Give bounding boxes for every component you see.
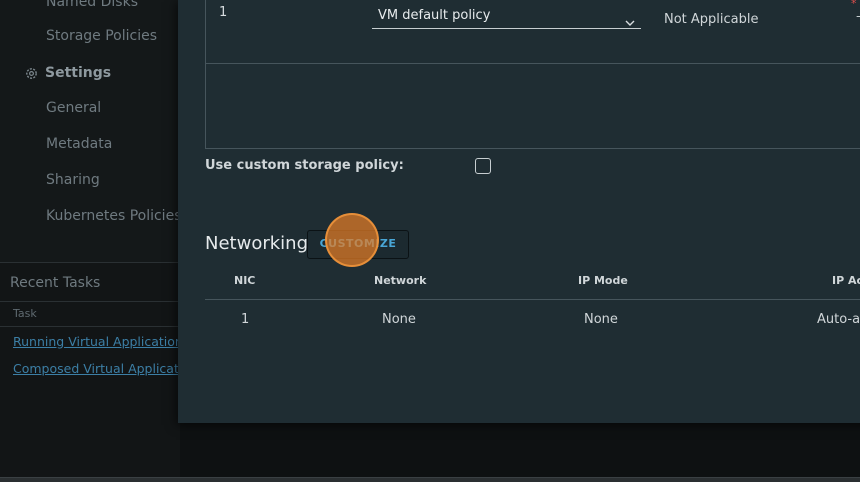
sidebar-item-sharing[interactable]: Sharing <box>46 172 100 188</box>
column-header-network[interactable]: Network <box>374 274 426 287</box>
column-header-ip-address[interactable]: IP Ac <box>832 274 860 287</box>
sidebar-item-kubernetes-policies[interactable]: Kubernetes Policies <box>46 208 181 224</box>
table-row: 1 None None Auto-a <box>205 302 860 336</box>
recent-tasks-title: Recent Tasks <box>10 275 101 291</box>
sidebar-section-label: Settings <box>45 65 112 81</box>
ip-mode-cell: None <box>584 312 618 327</box>
custom-storage-policy-checkbox[interactable] <box>475 158 491 174</box>
task-link[interactable]: Running Virtual Application <box>13 334 183 349</box>
task-link[interactable]: Composed Virtual Application <box>13 361 198 376</box>
custom-storage-policy-label: Use custom storage policy: <box>205 158 404 173</box>
bottom-bar <box>0 477 860 482</box>
networking-table-header: NIC Network IP Mode IP Ac <box>205 270 860 300</box>
disk-id: 1 <box>219 5 228 20</box>
sidebar-item-metadata[interactable]: Metadata <box>46 136 112 152</box>
table-row: 1 VM default policy Not Applicable * – <box>206 0 860 64</box>
modal-dialog: 1 VM default policy Not Applicable * – U… <box>178 0 860 423</box>
network-cell: None <box>382 312 416 327</box>
nic-cell: 1 <box>241 312 250 327</box>
storage-policy-table: 1 VM default policy Not Applicable * – <box>205 0 860 149</box>
iops-value: Not Applicable <box>664 12 759 27</box>
storage-policy-select[interactable]: VM default policy <box>372 3 641 29</box>
recent-tasks-panel: Recent Tasks Task Running Virtual Applic… <box>0 262 198 482</box>
chevron-down-icon <box>625 12 635 31</box>
sidebar-item-general[interactable]: General <box>46 100 101 116</box>
ip-address-cell: Auto-a <box>817 312 860 327</box>
sidebar: Named Disks Storage Policies Settings Ge… <box>0 0 181 262</box>
sidebar-item-named-disks[interactable]: Named Disks <box>46 0 138 10</box>
column-header-nic[interactable]: NIC <box>234 274 255 287</box>
customize-button[interactable]: CUSTOMIZE <box>307 230 409 259</box>
gear-icon <box>24 66 39 81</box>
size-value: – <box>856 9 860 24</box>
tasks-column-header[interactable]: Task <box>0 301 180 327</box>
sidebar-item-storage-policies[interactable]: Storage Policies <box>46 28 157 44</box>
storage-policy-value: VM default policy <box>378 8 491 23</box>
networking-title: Networking <box>205 233 308 254</box>
sidebar-section-settings[interactable]: Settings <box>24 64 111 82</box>
column-header-ip-mode[interactable]: IP Mode <box>578 274 628 287</box>
